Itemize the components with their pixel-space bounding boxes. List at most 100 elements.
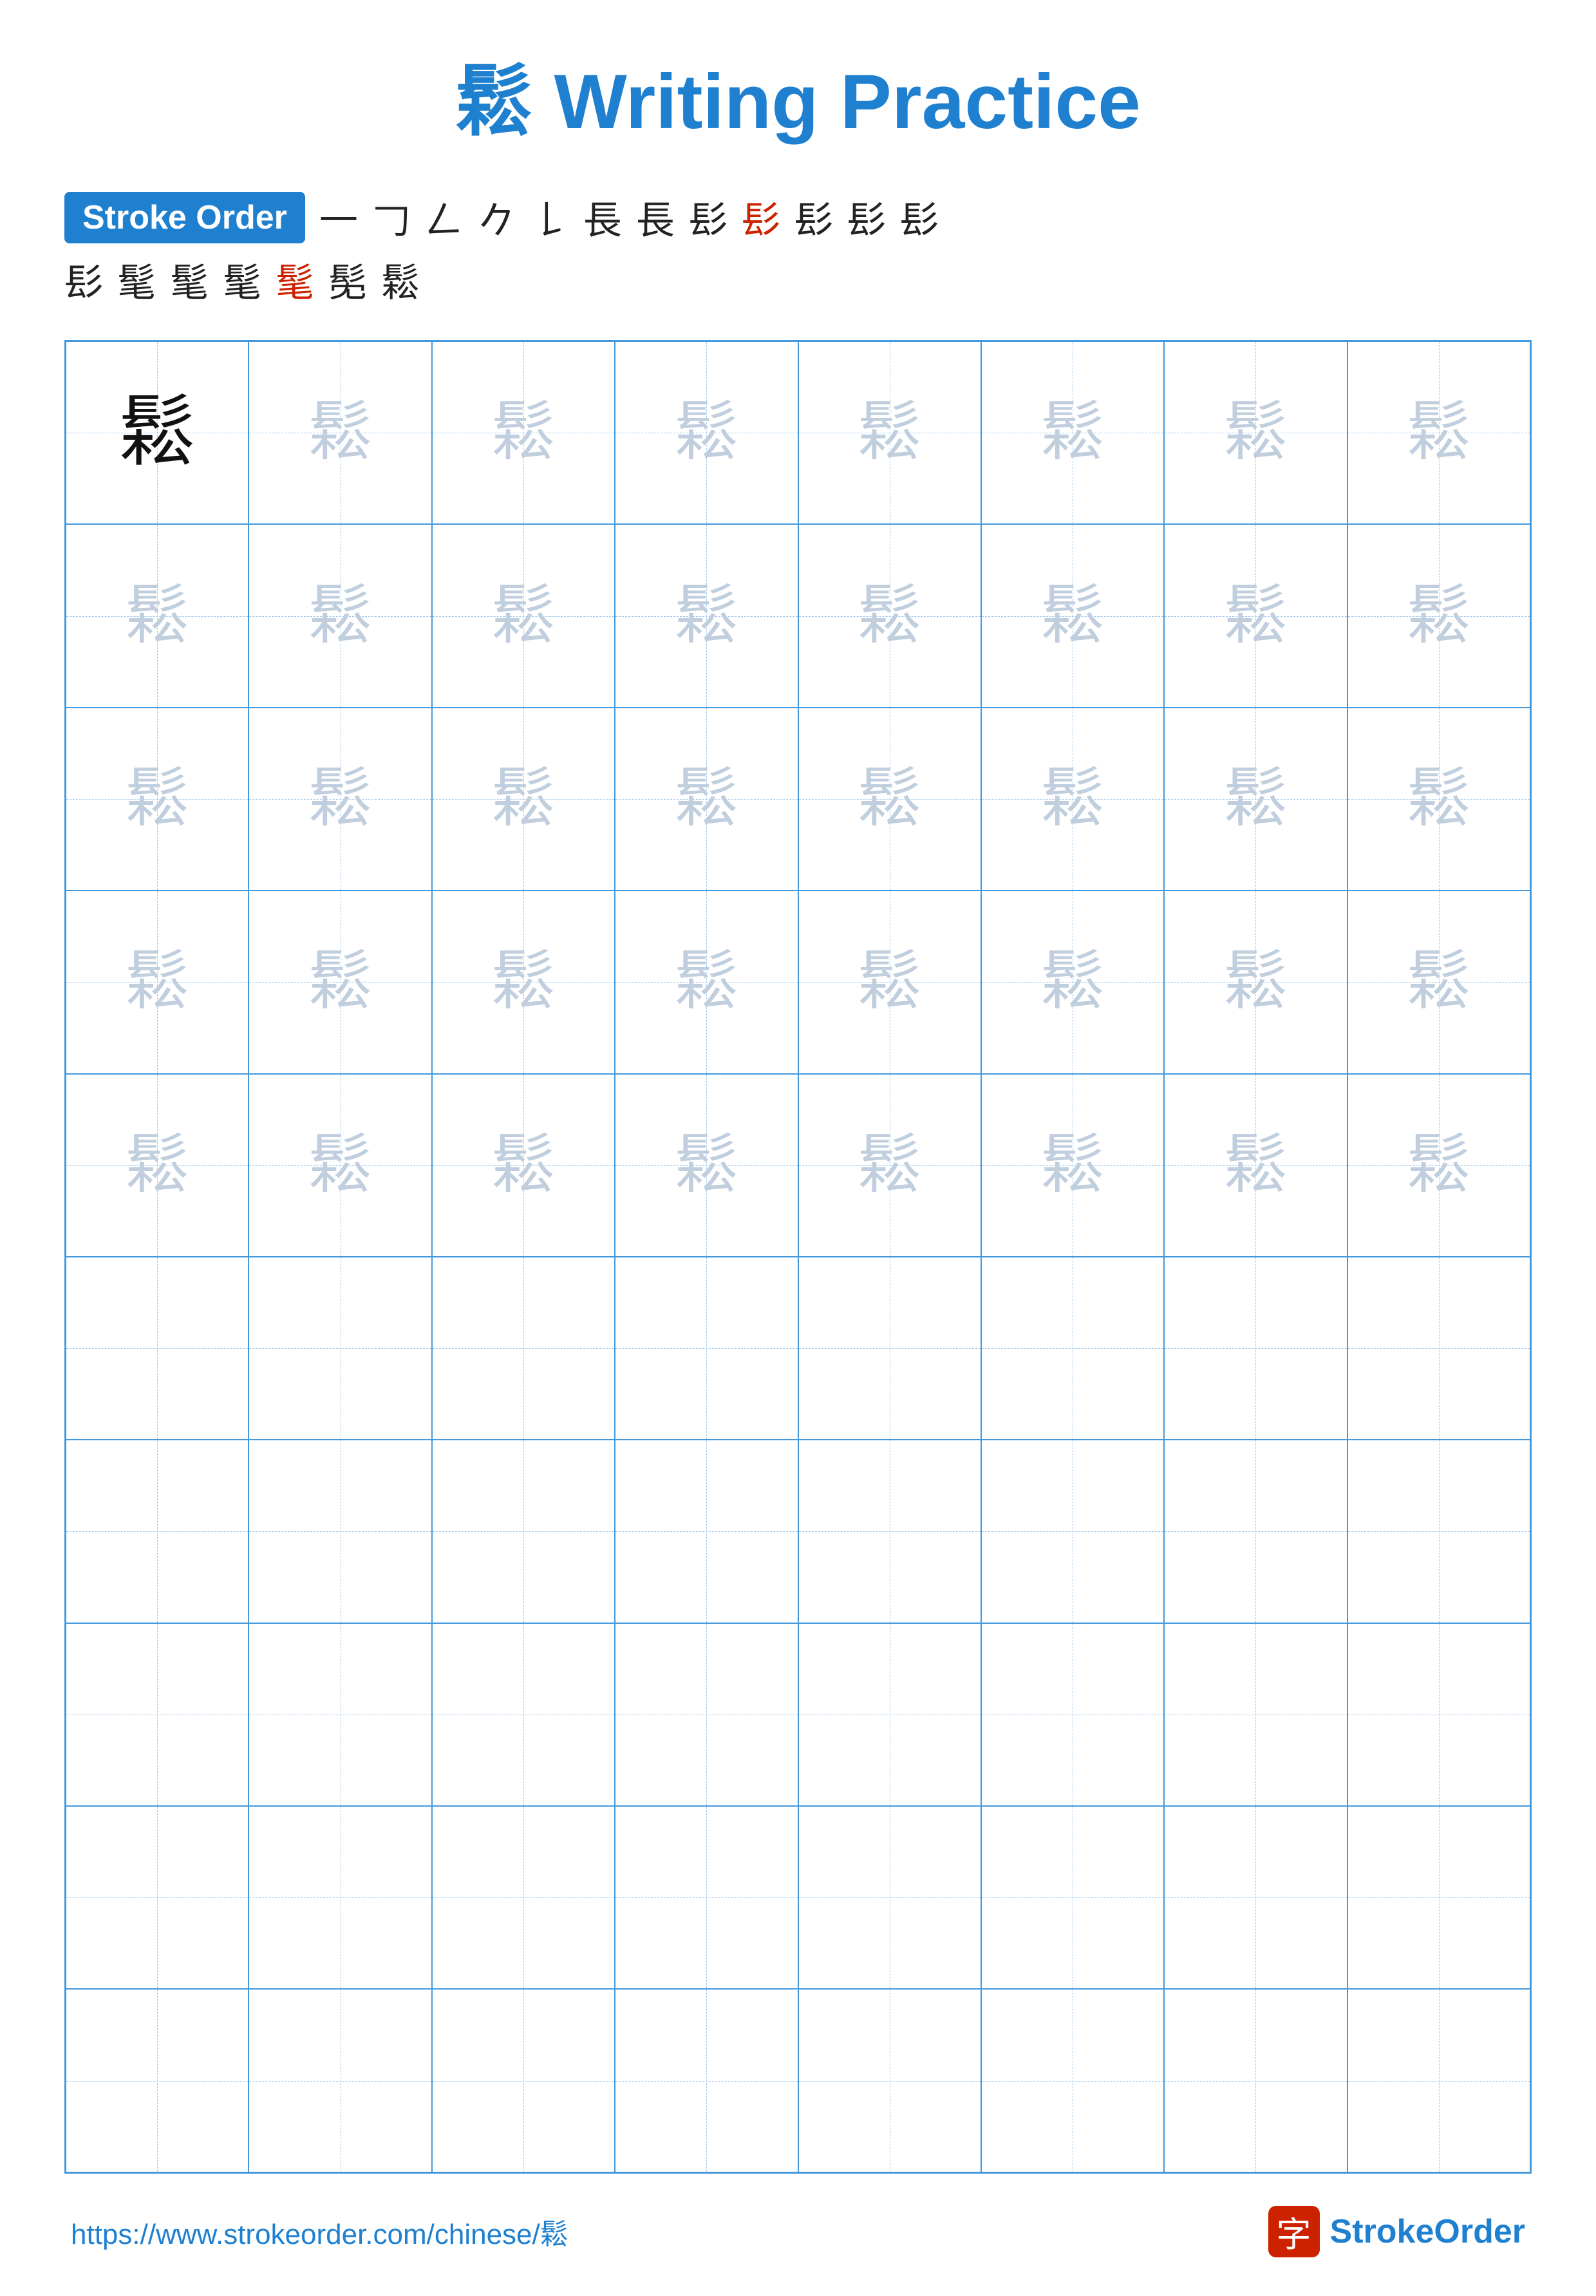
grid-cell[interactable]: 鬆 [615,524,798,707]
grid-cell[interactable]: 鬆 [798,890,981,1073]
stroke-seq-12: 髟 [900,189,939,245]
grid-cell[interactable] [1347,1989,1530,2172]
grid-cell[interactable] [1164,1989,1347,2172]
practice-char: 鬆 [858,767,922,831]
grid-cell[interactable] [1347,1440,1530,1623]
grid-cell[interactable] [798,1623,981,1806]
grid-cell[interactable]: 鬆 [66,1074,249,1257]
grid-cell[interactable] [615,1623,798,1806]
grid-cell[interactable] [249,1623,431,1806]
practice-char: 鬆 [1040,400,1105,465]
grid-cell[interactable]: 鬆 [1164,341,1347,524]
grid-cell[interactable] [66,1806,249,1989]
grid-cell[interactable]: 鬆 [432,708,615,890]
practice-char: 鬆 [674,767,738,831]
grid-cell[interactable]: 鬆 [615,890,798,1073]
grid-cell[interactable]: 鬆 [432,890,615,1073]
footer-logo: 字 StrokeOrder [1268,2206,1525,2257]
grid-cell[interactable]: 鬆 [981,341,1164,524]
grid-cell[interactable]: 鬆 [66,524,249,707]
stroke-seq-14: 髦 [117,252,156,308]
grid-cell[interactable]: 鬆 [249,524,431,707]
grid-cell[interactable]: 鬆 [432,1074,615,1257]
grid-cell[interactable] [432,1257,615,1440]
practice-char: 鬆 [1407,950,1471,1014]
grid-cell[interactable]: 鬆 [249,341,431,524]
grid-cell[interactable] [432,1440,615,1623]
grid-cell[interactable]: 鬆 [981,708,1164,890]
grid-cell[interactable] [66,1440,249,1623]
grid-cell[interactable]: 鬆 [249,708,431,890]
grid-cell[interactable] [798,1806,981,1989]
grid-cell[interactable] [615,1440,798,1623]
grid-cell[interactable] [1164,1440,1347,1623]
grid-cell[interactable] [615,1989,798,2172]
grid-cell[interactable] [615,1257,798,1440]
grid-cell[interactable] [66,1257,249,1440]
grid-cell[interactable]: 鬆 [66,341,249,524]
grid-cell[interactable]: 鬆 [615,1074,798,1257]
grid-cell[interactable] [66,1623,249,1806]
grid-cell[interactable] [1164,1806,1347,1989]
grid-cell[interactable]: 鬆 [981,1074,1164,1257]
practice-char: 鬆 [674,950,738,1014]
grid-cell[interactable]: 鬆 [1347,1074,1530,1257]
grid-cell[interactable] [981,1806,1164,1989]
grid-cell[interactable]: 鬆 [432,341,615,524]
grid-cell[interactable] [1164,1623,1347,1806]
grid-cell[interactable]: 鬆 [1164,890,1347,1073]
practice-char: 鬆 [1223,767,1288,831]
grid-cell[interactable] [981,1440,1164,1623]
grid-cell[interactable] [66,1989,249,2172]
grid-cell[interactable] [249,1257,431,1440]
grid-cell[interactable]: 鬆 [798,341,981,524]
grid-cell[interactable]: 鬆 [981,890,1164,1073]
grid-cell[interactable]: 鬆 [1347,890,1530,1073]
grid-cell[interactable]: 鬆 [798,708,981,890]
grid-cell[interactable] [615,1806,798,1989]
grid-cell[interactable]: 鬆 [1347,341,1530,524]
grid-cell[interactable]: 鬆 [66,890,249,1073]
grid-cell[interactable] [1347,1257,1530,1440]
grid-cell[interactable]: 鬆 [66,708,249,890]
practice-char: 鬆 [674,400,738,465]
stroke-seq-10: 髟 [794,189,833,245]
practice-char: 鬆 [1223,1133,1288,1198]
grid-cell[interactable] [1347,1623,1530,1806]
grid-cell[interactable] [432,1623,615,1806]
grid-cell[interactable]: 鬆 [1164,708,1347,890]
grid-cell[interactable] [249,1989,431,2172]
grid-cell[interactable] [798,1989,981,2172]
practice-char: 鬆 [125,950,189,1014]
grid-cell[interactable]: 鬆 [249,1074,431,1257]
grid-cell[interactable] [1347,1806,1530,1989]
grid-cell[interactable]: 鬆 [249,890,431,1073]
grid-cell[interactable] [981,1989,1164,2172]
grid-cell[interactable] [1164,1257,1347,1440]
grid-cell[interactable] [432,1806,615,1989]
grid-cell[interactable] [249,1806,431,1989]
practice-char: 鬆 [1407,584,1471,648]
grid-cell[interactable] [249,1440,431,1623]
grid-cell[interactable]: 鬆 [981,524,1164,707]
grid-cell[interactable]: 鬆 [798,1074,981,1257]
grid-cell[interactable]: 鬆 [615,341,798,524]
practice-char: 鬆 [1223,950,1288,1014]
grid-cell[interactable] [981,1623,1164,1806]
grid-cell[interactable] [432,1989,615,2172]
practice-char: 鬆 [858,584,922,648]
grid-cell[interactable] [798,1257,981,1440]
practice-char: 鬆 [308,584,373,648]
grid-cell[interactable]: 鬆 [798,524,981,707]
grid-cell[interactable]: 鬆 [1347,524,1530,707]
stroke-seq-4: 𠂊 [478,189,516,245]
grid-cell[interactable] [981,1257,1164,1440]
stroke-seq-16: 髦 [223,252,261,308]
grid-cell[interactable]: 鬆 [1164,1074,1347,1257]
grid-cell[interactable]: 鬆 [615,708,798,890]
grid-cell[interactable]: 鬆 [1164,524,1347,707]
grid-cell[interactable]: 鬆 [432,524,615,707]
grid-cell[interactable]: 鬆 [1347,708,1530,890]
footer-url[interactable]: https://www.strokeorder.com/chinese/鬆 [71,2211,568,2252]
grid-cell[interactable] [798,1440,981,1623]
